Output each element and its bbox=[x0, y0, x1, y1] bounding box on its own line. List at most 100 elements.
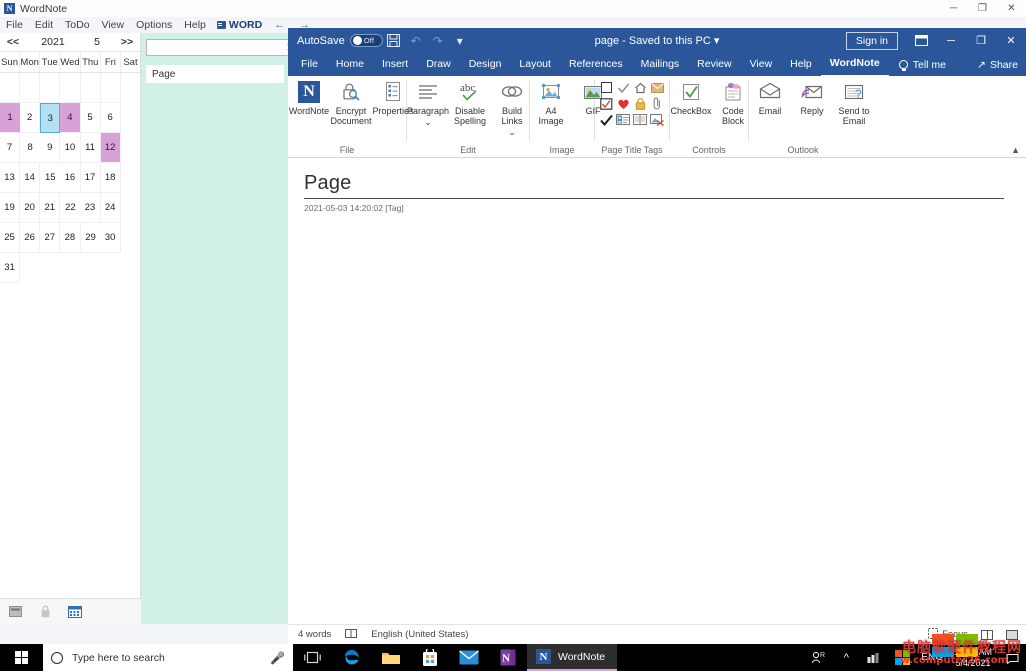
calendar-day-27[interactable]: 27 bbox=[40, 223, 61, 253]
build-links-button[interactable]: Build Links ⌄ bbox=[491, 79, 533, 137]
search-input[interactable] bbox=[151, 41, 283, 53]
autosave-toggle[interactable]: Off bbox=[349, 34, 383, 47]
tab-review[interactable]: Review bbox=[688, 53, 740, 76]
show-hidden-icons-chevron[interactable]: ^ bbox=[832, 644, 860, 671]
calendar-day-30[interactable]: 30 bbox=[100, 223, 121, 253]
lock-icon[interactable] bbox=[38, 605, 52, 618]
calendar-day-10[interactable]: 10 bbox=[60, 133, 81, 163]
tab-insert[interactable]: Insert bbox=[373, 53, 417, 76]
calendar-day-14[interactable]: 14 bbox=[20, 163, 41, 193]
wordnote-close-button[interactable]: ✕ bbox=[997, 0, 1026, 17]
calendar-day-12[interactable]: 12 bbox=[100, 133, 121, 163]
red-checkbox-icon[interactable] bbox=[599, 97, 613, 110]
word-chip-button[interactable]: WORD bbox=[212, 19, 267, 31]
word-minimize-button[interactable]: ─ bbox=[936, 28, 966, 53]
calendar-day-29[interactable]: 29 bbox=[80, 223, 101, 253]
calendar-day-11[interactable]: 11 bbox=[80, 133, 101, 163]
calendar-year[interactable]: 2021 bbox=[26, 36, 80, 48]
paperclip-icon[interactable] bbox=[650, 97, 664, 110]
menu-todo[interactable]: ToDo bbox=[59, 17, 96, 33]
calendar-day-22[interactable]: 22 bbox=[60, 193, 81, 223]
calendar-next-button[interactable]: >> bbox=[114, 36, 140, 48]
calendar-day-24[interactable]: 24 bbox=[100, 193, 121, 223]
autosave-control[interactable]: AutoSave Off bbox=[297, 34, 383, 47]
note-icon[interactable] bbox=[8, 605, 22, 618]
network-icon[interactable] bbox=[860, 644, 888, 671]
calendar-day-7[interactable]: 7 bbox=[0, 133, 21, 163]
empty-checkbox-icon[interactable] bbox=[599, 81, 613, 94]
menu-file[interactable]: File bbox=[0, 17, 29, 33]
menu-edit[interactable]: Edit bbox=[29, 17, 59, 33]
calendar-day-28[interactable]: 28 bbox=[60, 223, 81, 253]
share-button[interactable]: ↗ Share bbox=[977, 59, 1018, 71]
sign-in-button[interactable]: Sign in bbox=[845, 31, 898, 50]
calendar-day-9[interactable]: 9 bbox=[40, 133, 61, 163]
calendar-day-8[interactable]: 8 bbox=[20, 133, 41, 163]
calendar-day-3[interactable]: 3 bbox=[40, 103, 61, 133]
email-button[interactable]: Email bbox=[749, 79, 791, 116]
calendar-day-1[interactable]: 1 bbox=[0, 103, 21, 133]
tab-layout[interactable]: Layout bbox=[510, 53, 560, 76]
calendar-day-25[interactable]: 25 bbox=[0, 223, 21, 253]
proofing-icon[interactable] bbox=[345, 628, 358, 642]
document-meta[interactable]: 2021-05-03 14:20:02 [Tag] bbox=[304, 203, 1004, 213]
calendar-day-31[interactable]: 31 bbox=[0, 253, 21, 283]
undo-icon[interactable]: ↶ bbox=[405, 28, 427, 53]
page-title[interactable]: Page bbox=[304, 172, 1004, 195]
home-icon[interactable] bbox=[633, 81, 647, 94]
wordnote-maximize-button[interactable]: ❐ bbox=[968, 0, 997, 17]
page-search-box[interactable]: ✕ bbox=[146, 38, 301, 56]
paragraph-caret-icon[interactable]: ⌄ bbox=[424, 117, 432, 127]
calendar-day-23[interactable]: 23 bbox=[80, 193, 101, 223]
tab-home[interactable]: Home bbox=[327, 53, 373, 76]
no-image-icon[interactable] bbox=[650, 113, 664, 126]
grey-check-icon[interactable] bbox=[616, 81, 630, 94]
task-view-icon[interactable] bbox=[293, 644, 332, 671]
ribbon-display-options-icon[interactable] bbox=[906, 28, 936, 53]
build-links-caret-icon[interactable]: ⌄ bbox=[508, 127, 516, 137]
calendar-day-26[interactable]: 26 bbox=[20, 223, 41, 253]
windows-start-icon[interactable] bbox=[0, 644, 43, 671]
tell-me-button[interactable]: Tell me bbox=[898, 59, 946, 71]
word-close-button[interactable]: ✕ bbox=[996, 28, 1026, 53]
wordnote-button[interactable]: N WordNote bbox=[288, 79, 330, 116]
collapse-ribbon-chevron-icon[interactable]: ▲ bbox=[1011, 145, 1020, 155]
red-heart-icon[interactable] bbox=[616, 97, 630, 110]
tab-wordnote[interactable]: WordNote bbox=[820, 52, 889, 77]
tab-draw[interactable]: Draw bbox=[417, 53, 460, 76]
disable-spelling-button[interactable]: abc Disable Spelling bbox=[449, 79, 491, 126]
taskbar-app-wordnote[interactable]: N WordNote bbox=[527, 644, 618, 671]
onenote-icon[interactable]: N bbox=[488, 644, 527, 671]
calendar-day-15[interactable]: 15 bbox=[40, 163, 61, 193]
customize-qat-icon[interactable]: ▾ bbox=[449, 28, 471, 53]
calendar-prev-button[interactable]: << bbox=[0, 36, 26, 48]
contact-card-icon[interactable] bbox=[616, 113, 630, 126]
encrypt-document-button[interactable]: Encrypt Document bbox=[330, 79, 372, 126]
file-explorer-icon[interactable] bbox=[371, 644, 410, 671]
list-item[interactable]: Page bbox=[146, 65, 284, 83]
search-input[interactable]: Type here to search 🎤 bbox=[43, 644, 293, 671]
tab-file[interactable]: File bbox=[292, 53, 327, 76]
padlock-icon[interactable] bbox=[633, 97, 647, 110]
calendar-day-18[interactable]: 18 bbox=[100, 163, 121, 193]
calendar-day-17[interactable]: 17 bbox=[80, 163, 101, 193]
tab-view[interactable]: View bbox=[741, 53, 782, 76]
calendar-day-20[interactable]: 20 bbox=[20, 193, 41, 223]
black-check-icon[interactable] bbox=[599, 113, 613, 126]
calendar-day-16[interactable]: 16 bbox=[60, 163, 81, 193]
a4-image-button[interactable]: A4 Image bbox=[530, 79, 572, 126]
calendar-day-4[interactable]: 4 bbox=[60, 103, 81, 133]
calendar-day-19[interactable]: 19 bbox=[0, 193, 21, 223]
calendar-day-2[interactable]: 2 bbox=[20, 103, 41, 133]
checkbox-button[interactable]: CheckBox bbox=[670, 79, 712, 116]
save-icon[interactable] bbox=[383, 28, 405, 53]
redo-icon[interactable]: ↷ bbox=[427, 28, 449, 53]
tab-references[interactable]: References bbox=[560, 53, 632, 76]
book-icon[interactable] bbox=[633, 113, 647, 126]
reply-button[interactable]: Reply bbox=[791, 79, 833, 116]
tab-mailings[interactable]: Mailings bbox=[632, 53, 689, 76]
menu-options[interactable]: Options bbox=[130, 17, 178, 33]
edge-icon[interactable] bbox=[332, 644, 371, 671]
send-to-email-button[interactable]: ? Send to Email bbox=[833, 79, 875, 126]
microsoft-store-icon[interactable] bbox=[410, 644, 449, 671]
